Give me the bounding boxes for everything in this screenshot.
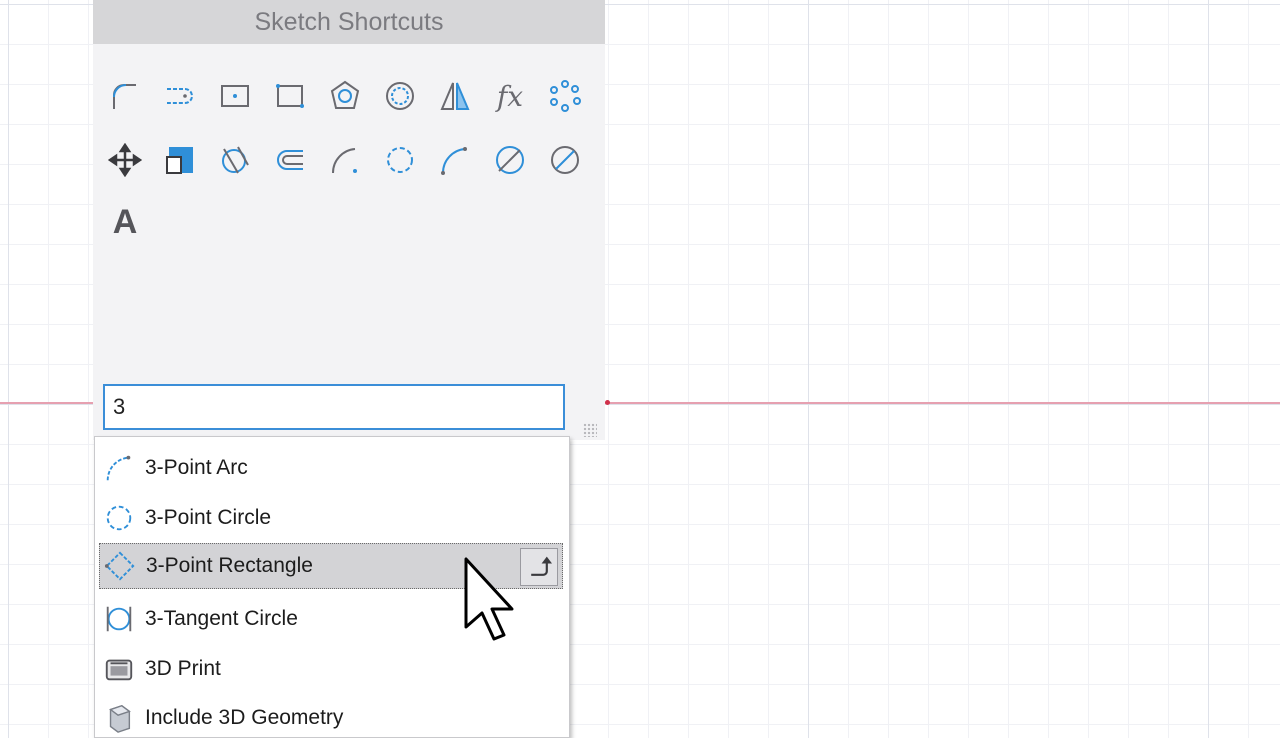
polygon-icon[interactable] bbox=[327, 78, 363, 114]
pin-arrow-icon bbox=[531, 556, 552, 576]
three-tangent-circle-icon bbox=[101, 601, 137, 637]
fx-icon[interactable]: fx bbox=[492, 78, 528, 114]
pattern-icon[interactable] bbox=[547, 78, 583, 114]
offset-icon[interactable] bbox=[272, 142, 308, 178]
three-point-circle-icon bbox=[101, 500, 137, 536]
slot-icon[interactable] bbox=[162, 78, 198, 114]
arc-icon[interactable] bbox=[327, 142, 363, 178]
list-item-label: 3-Point Rectangle bbox=[146, 554, 313, 577]
list-item-label: 3D Print bbox=[145, 657, 221, 680]
list-item[interactable]: 3D Print bbox=[99, 646, 563, 692]
text-icon[interactable]: A bbox=[107, 202, 143, 241]
three-point-rectangle-icon bbox=[102, 548, 138, 584]
include-3d-geometry-icon bbox=[101, 700, 137, 736]
list-item[interactable]: 3-Point Circle bbox=[99, 495, 563, 541]
offset-box-icon[interactable] bbox=[162, 142, 198, 178]
3d-print-icon bbox=[101, 651, 137, 687]
panel-title: Sketch Shortcuts bbox=[93, 0, 605, 44]
mouse-pointer-icon bbox=[464, 557, 514, 641]
two-point-rectangle-icon[interactable] bbox=[272, 78, 308, 114]
three-point-arc-icon bbox=[101, 450, 137, 486]
pin-to-shortcuts-button[interactable] bbox=[520, 548, 558, 586]
center-rectangle-icon[interactable] bbox=[217, 78, 253, 114]
search-input[interactable] bbox=[105, 386, 563, 428]
move-icon[interactable] bbox=[107, 142, 143, 178]
three-point-circle-icon[interactable] bbox=[382, 142, 418, 178]
list-item-label: Include 3D Geometry bbox=[145, 706, 344, 729]
text-tool-label: A bbox=[112, 202, 138, 241]
circle-icon[interactable] bbox=[382, 78, 418, 114]
three-point-arc-icon[interactable] bbox=[437, 142, 473, 178]
list-item[interactable]: 3-Point Arc bbox=[99, 445, 563, 491]
list-item-label: 3-Tangent Circle bbox=[145, 607, 298, 630]
tangent-arc-icon[interactable] bbox=[217, 142, 253, 178]
list-item-label: 3-Point Circle bbox=[145, 506, 272, 529]
diameter-circle-icon[interactable] bbox=[547, 142, 583, 178]
list-item[interactable]: Include 3D Geometry bbox=[99, 695, 563, 737]
trim-circle-icon[interactable] bbox=[492, 142, 528, 178]
search-box bbox=[103, 384, 565, 430]
fillet-icon[interactable] bbox=[107, 78, 143, 114]
sketch-origin-point bbox=[605, 400, 610, 405]
sketch-shortcuts-panel: Sketch Shortcuts fx A 3 bbox=[93, 0, 605, 440]
fx-label: fx bbox=[496, 79, 524, 113]
resize-grip[interactable] bbox=[583, 423, 597, 437]
list-item-label: 3-Point Arc bbox=[145, 456, 248, 479]
mirror-icon[interactable] bbox=[437, 78, 473, 114]
